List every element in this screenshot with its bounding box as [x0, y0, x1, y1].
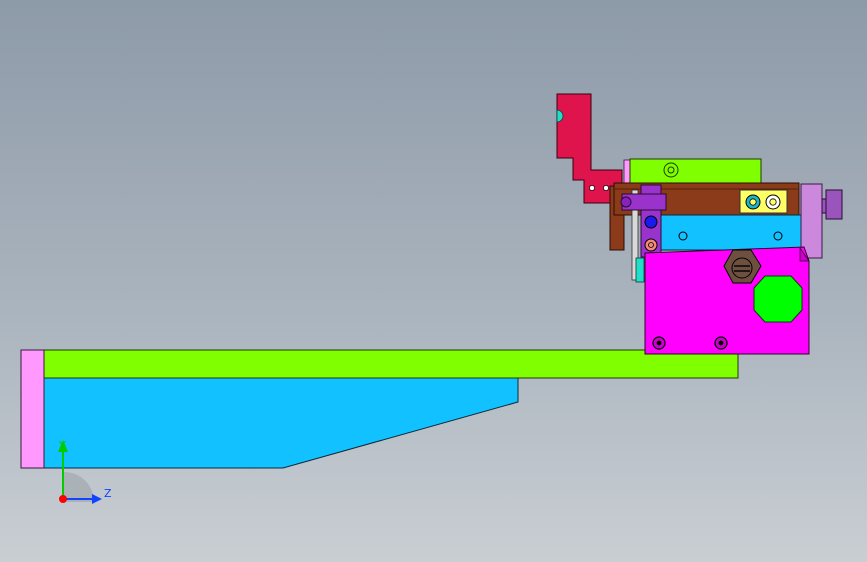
upper-mechanism[interactable]	[609, 158, 843, 355]
base-rail-green[interactable]	[43, 349, 739, 379]
triad-origin	[59, 495, 67, 503]
assembly-drawing[interactable]: Y Z	[0, 0, 867, 562]
base-wedge-cyan[interactable]	[43, 377, 519, 469]
base-arm[interactable]	[20, 349, 739, 469]
hex-fitting-face	[731, 257, 753, 279]
red-bracket-hole-2	[603, 185, 609, 191]
teal-guide-strip[interactable]	[635, 257, 645, 283]
end-bolt-head[interactable]	[825, 189, 843, 220]
green-octagon-port[interactable]	[753, 275, 803, 323]
base-end-plate-pink[interactable]	[20, 349, 45, 469]
z-axis-label: Z	[104, 487, 112, 500]
red-bracket-hole-1	[589, 185, 595, 191]
cyan-block-screw-2	[773, 231, 783, 241]
salmon-screw-inner	[648, 242, 654, 248]
port-right-inner	[769, 198, 777, 206]
y-axis-label: Y	[58, 439, 66, 452]
green-top-screw-inner	[667, 166, 675, 174]
triad-arc	[64, 472, 94, 502]
green-top-block[interactable]	[629, 158, 762, 184]
cyan-block-screw-1	[678, 231, 688, 241]
purple-bolt-end	[620, 196, 632, 208]
socket-screw-1-hex	[656, 340, 662, 346]
cad-viewport[interactable]: Y Z	[0, 0, 867, 562]
z-axis-arrowhead	[92, 494, 102, 504]
socket-screw-2-hex	[718, 340, 724, 346]
port-left-inner	[749, 198, 757, 206]
blue-screw[interactable]	[644, 215, 658, 229]
